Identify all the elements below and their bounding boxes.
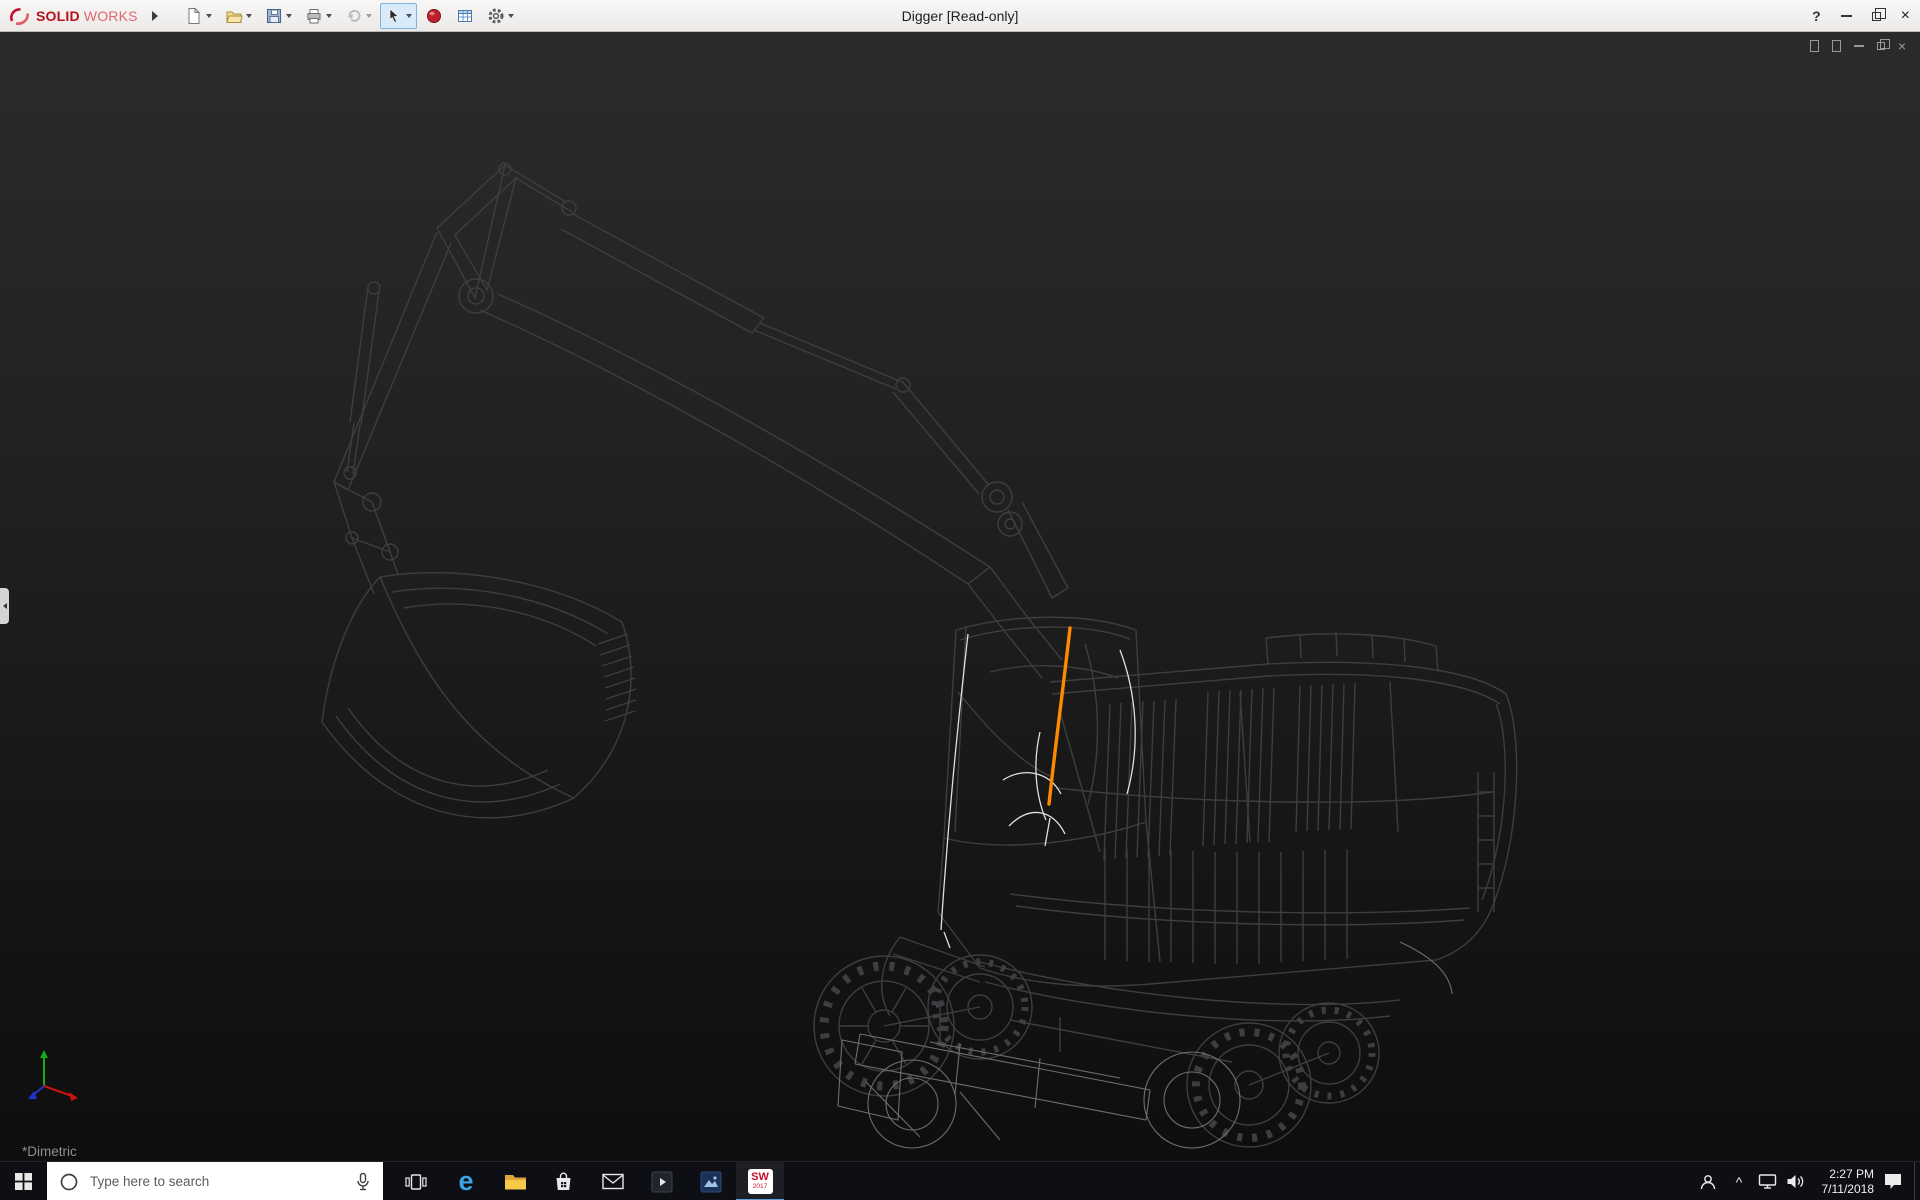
open-folder-icon bbox=[225, 7, 243, 25]
orientation-triad bbox=[20, 1044, 84, 1108]
document-page-icon[interactable] bbox=[1832, 40, 1841, 52]
photos-icon bbox=[700, 1171, 722, 1193]
people-button[interactable] bbox=[1694, 1162, 1722, 1200]
selected-edge-highlight[interactable] bbox=[1049, 628, 1070, 804]
chevron-down-icon[interactable] bbox=[206, 14, 212, 18]
chevron-down-icon[interactable] bbox=[326, 14, 332, 18]
solidworks-2017-icon: SW 2017 bbox=[748, 1169, 773, 1194]
select-cursor-icon bbox=[385, 7, 403, 25]
design-table-button[interactable] bbox=[451, 3, 479, 29]
taskbar-clock[interactable]: 2:27 PM 7/11/2018 bbox=[1806, 1162, 1876, 1200]
undo-icon bbox=[345, 7, 363, 25]
view-orientation-label: *Dimetric bbox=[22, 1144, 77, 1159]
print-icon bbox=[305, 7, 323, 25]
red-sphere-icon bbox=[425, 7, 443, 25]
mail-button[interactable] bbox=[589, 1162, 637, 1200]
chevron-down-icon[interactable] bbox=[246, 14, 252, 18]
solidworks-taskbar-button[interactable]: SW 2017 bbox=[736, 1162, 784, 1200]
action-center-button[interactable] bbox=[1878, 1162, 1908, 1200]
chevron-down-icon[interactable] bbox=[508, 14, 514, 18]
store-bag-icon bbox=[553, 1171, 574, 1192]
movies-tv-button[interactable] bbox=[638, 1162, 686, 1200]
graphics-viewport[interactable]: × *Dimetric bbox=[0, 32, 1920, 1161]
restore-button[interactable] bbox=[1872, 12, 1881, 21]
clock-time: 2:27 PM bbox=[1829, 1167, 1874, 1182]
start-button[interactable] bbox=[0, 1162, 47, 1200]
people-icon bbox=[1699, 1173, 1717, 1191]
document-window-controls: × bbox=[1810, 39, 1906, 53]
file-explorer-icon bbox=[504, 1172, 527, 1191]
save-button[interactable] bbox=[260, 3, 297, 29]
quick-access-toolbar bbox=[180, 3, 519, 29]
titlebar: SOLIDWORKS bbox=[0, 0, 1920, 32]
edge-icon: e bbox=[458, 1168, 473, 1195]
design-table-icon bbox=[456, 7, 474, 25]
document-close-button[interactable]: × bbox=[1898, 39, 1906, 53]
open-button[interactable] bbox=[220, 3, 257, 29]
task-view-icon bbox=[405, 1172, 427, 1192]
chevron-down-icon[interactable] bbox=[406, 14, 412, 18]
chevron-up-icon: ^ bbox=[1736, 1174, 1743, 1190]
document-restore-button[interactable] bbox=[1877, 42, 1885, 50]
taskbar-search-box[interactable] bbox=[47, 1162, 383, 1200]
photos-button[interactable] bbox=[687, 1162, 735, 1200]
new-document-button[interactable] bbox=[180, 3, 217, 29]
undo-button[interactable] bbox=[340, 3, 377, 29]
search-input[interactable] bbox=[88, 1173, 355, 1190]
action-center-icon bbox=[1883, 1172, 1903, 1191]
edge-browser-button[interactable]: e bbox=[442, 1162, 490, 1200]
solidworks-logo: SOLIDWORKS bbox=[0, 6, 142, 26]
chevron-down-icon[interactable] bbox=[286, 14, 292, 18]
cortana-circle-icon bbox=[59, 1172, 79, 1192]
save-floppy-icon bbox=[265, 7, 283, 25]
clock-date: 7/11/2018 bbox=[1822, 1182, 1875, 1197]
collapse-arrow-icon bbox=[3, 603, 7, 609]
print-button[interactable] bbox=[300, 3, 337, 29]
gear-icon bbox=[487, 7, 505, 25]
help-button[interactable]: ? bbox=[1812, 8, 1821, 24]
dassault-systemes-logo-icon bbox=[8, 6, 32, 26]
feature-manager-collapsed-tab[interactable] bbox=[0, 588, 9, 624]
ethernet-icon bbox=[1758, 1173, 1777, 1190]
brand-works: WORKS bbox=[84, 8, 138, 24]
solidworks-window: SOLIDWORKS bbox=[0, 0, 1920, 1200]
network-button[interactable] bbox=[1754, 1162, 1780, 1200]
speaker-icon bbox=[1786, 1173, 1805, 1190]
select-button[interactable] bbox=[380, 3, 417, 29]
tray-overflow-button[interactable]: ^ bbox=[1728, 1162, 1750, 1200]
microphone-icon[interactable] bbox=[355, 1172, 371, 1192]
chevron-down-icon[interactable] bbox=[366, 14, 372, 18]
windows-taskbar: e bbox=[0, 1161, 1920, 1200]
window-controls: ? × bbox=[1812, 0, 1910, 32]
windows-logo-icon bbox=[15, 1173, 32, 1190]
file-explorer-button[interactable] bbox=[491, 1162, 539, 1200]
minimize-button[interactable] bbox=[1841, 15, 1852, 17]
document-page-icon[interactable] bbox=[1810, 40, 1819, 52]
menu-flyout-arrow-icon[interactable] bbox=[152, 11, 158, 21]
show-desktop-button[interactable] bbox=[1914, 1162, 1920, 1200]
appearance-button[interactable] bbox=[420, 3, 448, 29]
movies-tv-icon bbox=[651, 1171, 673, 1193]
options-button[interactable] bbox=[482, 3, 519, 29]
volume-button[interactable] bbox=[1782, 1162, 1808, 1200]
excavator-dark-lines bbox=[322, 163, 1517, 1147]
mail-envelope-icon bbox=[602, 1173, 624, 1190]
close-button[interactable]: × bbox=[1901, 8, 1910, 24]
new-document-icon bbox=[185, 7, 203, 25]
document-minimize-button[interactable] bbox=[1854, 45, 1864, 47]
store-button[interactable] bbox=[539, 1162, 587, 1200]
excavator-wireframe bbox=[0, 32, 1920, 1161]
window-title: Digger [Read-only] bbox=[902, 0, 1019, 32]
task-view-button[interactable] bbox=[392, 1162, 440, 1200]
brand-solid: SOLID bbox=[36, 8, 80, 24]
